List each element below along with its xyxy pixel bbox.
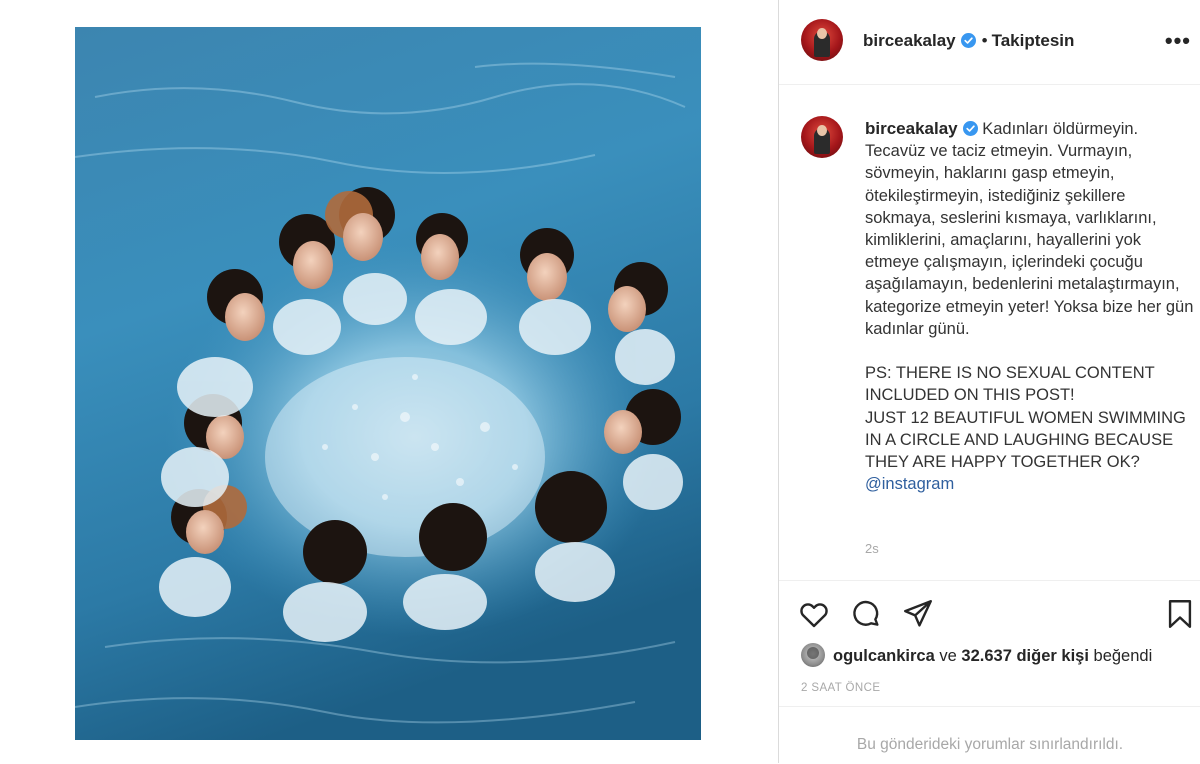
comments-restricted-note: Bu gönderideki yorumlar sınırlandırıldı. — [856, 736, 1124, 753]
caption-mention-link[interactable]: @instagram — [865, 475, 954, 493]
liker-username[interactable]: ogulcankirca — [833, 647, 935, 665]
author-username[interactable]: birceakalay — [863, 31, 956, 50]
verified-badge-icon — [962, 121, 978, 136]
post-header: birceakalay • Takiptesin ••• — [779, 0, 1200, 85]
author-line: birceakalay • Takiptesin — [863, 31, 1074, 51]
likes-connector: ve — [939, 647, 957, 665]
author-avatar[interactable] — [801, 19, 843, 61]
separator-dot: • — [981, 31, 988, 50]
post-photo — [75, 27, 701, 740]
heart-icon[interactable] — [797, 597, 831, 631]
caption-timestamp[interactable]: 2s — [865, 541, 879, 556]
more-options-icon[interactable]: ••• — [1165, 30, 1191, 52]
share-icon[interactable] — [901, 597, 935, 631]
caption-author-username[interactable]: birceakalay — [865, 119, 958, 138]
caption-text-block: birceakalay Kadınları öldürmeyin. Tecavü… — [865, 118, 1195, 495]
comment-icon[interactable] — [849, 597, 883, 631]
liker-avatar[interactable] — [801, 643, 825, 667]
post-side-panel: birceakalay • Takiptesin ••• birceakalay K… — [778, 0, 1200, 763]
bookmark-icon[interactable] — [1163, 597, 1197, 631]
caption-text: Kadınları öldürmeyin. Tecavüz ve taciz e… — [865, 120, 1194, 472]
caption-author-avatar[interactable] — [801, 116, 843, 158]
likes-summary: ogulcankirca ve 32.637 diğer kişi beğend… — [801, 643, 1152, 667]
verified-badge-icon — [960, 33, 976, 48]
post-image[interactable] — [75, 27, 701, 740]
comments-footer: Bu gönderideki yorumlar sınırlandırıldı. — [779, 706, 1200, 764]
post-actions: ogulcankirca ve 32.637 diğer kişi beğend… — [779, 580, 1200, 707]
post-date[interactable]: 2 SAAT ÖNCE — [801, 682, 880, 694]
caption-section: birceakalay Kadınları öldürmeyin. Tecavü… — [779, 85, 1200, 579]
follow-status-button[interactable]: Takiptesin — [992, 31, 1075, 50]
likes-suffix: beğendi — [1093, 647, 1153, 665]
likes-others-link[interactable]: 32.637 diğer kişi — [961, 647, 1089, 665]
